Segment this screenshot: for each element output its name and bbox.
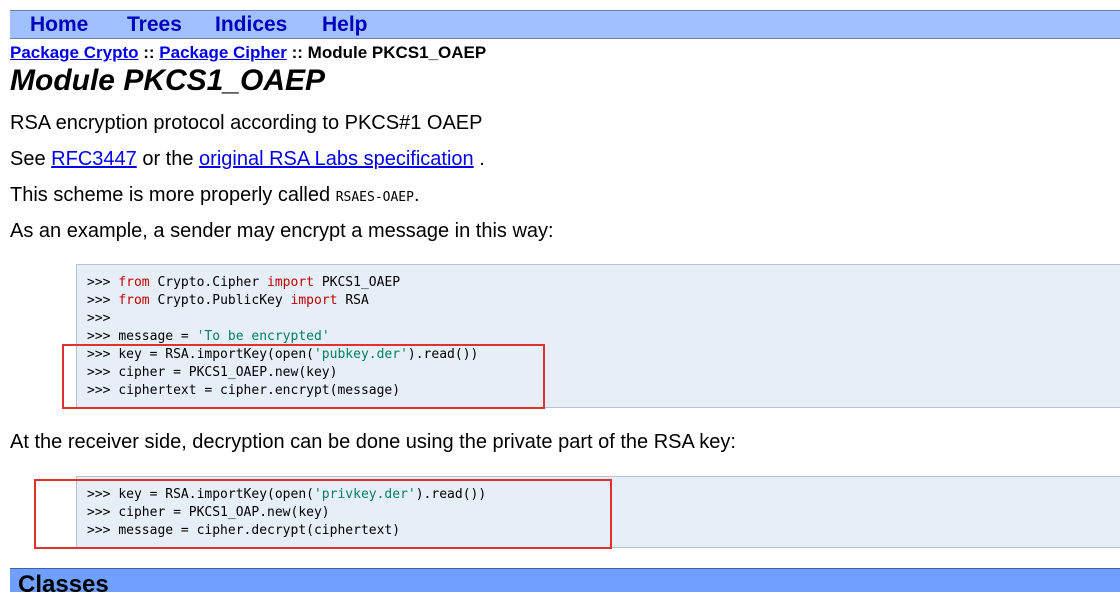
code-line: >>>: [87, 311, 111, 326]
code-line: >>> from Crypto.Cipher import PKCS1_OAEP: [87, 275, 401, 290]
see-middle: or the: [142, 148, 194, 170]
code-line: >>> key = RSA.importKey(open('pubkey.der…: [87, 347, 479, 362]
scheme-line: This scheme is more properly called RSAE…: [10, 184, 420, 207]
nav-help-link[interactable]: Help: [322, 13, 368, 37]
nav-home-link[interactable]: Home: [30, 13, 88, 37]
breadcrumb: Package Crypto :: Package Cipher :: Modu…: [10, 43, 486, 63]
classes-section-header: Classes: [10, 568, 1120, 598]
example-intro: As an example, a sender may encrypt a me…: [10, 220, 554, 242]
code-line: >>> from Crypto.PublicKey import RSA: [87, 293, 369, 308]
page-title: Module PKCS1_OAEP: [10, 64, 326, 97]
see-prefix: See: [10, 148, 46, 170]
code-line: >>> message = cipher.decrypt(ciphertext): [87, 523, 401, 538]
breadcrumb-package-cipher-link[interactable]: Package Cipher: [159, 43, 287, 62]
code-line: >>> message = 'To be encrypted': [87, 329, 330, 344]
code-line: >>> cipher = PKCS1_OAP.new(key): [87, 505, 330, 520]
breadcrumb-current: Module PKCS1_OAEP: [307, 43, 487, 62]
code-line: >>> ciphertext = cipher.encrypt(message): [87, 383, 401, 398]
decrypt-code-example: >>> key = RSA.importKey(open('privkey.de…: [76, 476, 1120, 548]
classes-heading: Classes: [18, 571, 109, 598]
scheme-prefix: This scheme is more properly called: [10, 184, 331, 206]
breadcrumb-separator: ::: [143, 43, 155, 62]
receiver-intro: At the receiver side, decryption can be …: [10, 431, 736, 453]
breadcrumb-separator: ::: [291, 43, 303, 62]
breadcrumb-package-crypto-link[interactable]: Package Crypto: [10, 43, 139, 62]
nav-indices-link[interactable]: Indices: [215, 13, 287, 37]
code-line: >>> cipher = PKCS1_OAEP.new(key): [87, 365, 338, 380]
scheme-suffix: .: [413, 184, 420, 206]
code-line: >>> key = RSA.importKey(open('privkey.de…: [87, 487, 487, 502]
navigation-bar: Home Trees Indices Help: [10, 10, 1120, 39]
see-also-line: See RFC3447 or the original RSA Labs spe…: [10, 148, 485, 171]
module-description: RSA encryption protocol according to PKC…: [10, 112, 483, 134]
rsa-labs-spec-link[interactable]: original RSA Labs specification: [199, 148, 474, 170]
scheme-name-code: RSAES-OAEP: [335, 190, 414, 205]
encrypt-code-example: >>> from Crypto.Cipher import PKCS1_OAEP…: [76, 264, 1120, 408]
see-suffix: .: [479, 148, 485, 170]
nav-trees-link[interactable]: Trees: [127, 13, 182, 37]
rfc3447-link[interactable]: RFC3447: [51, 148, 137, 170]
